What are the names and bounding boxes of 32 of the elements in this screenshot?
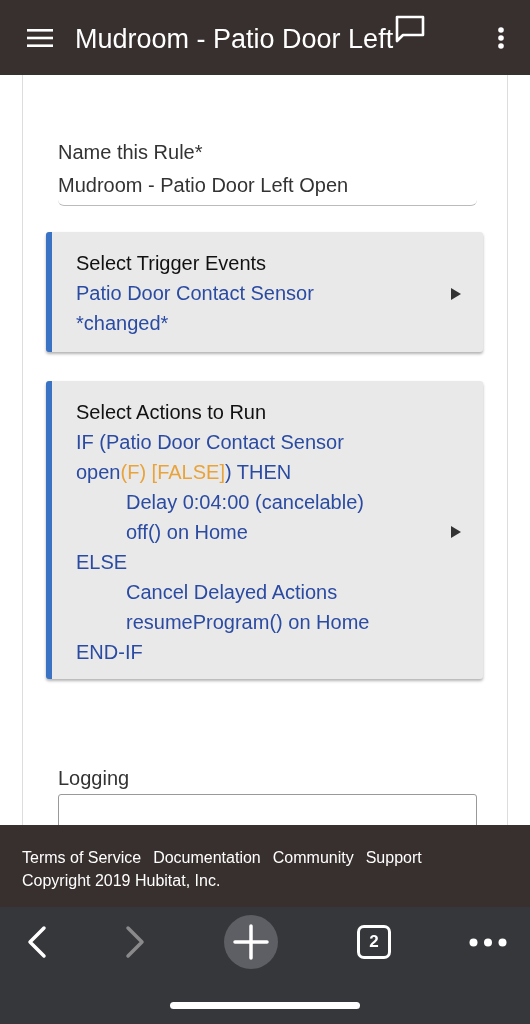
back-icon[interactable] (27, 925, 47, 959)
menu-icon[interactable] (27, 28, 53, 47)
footer-link[interactable]: Support (365, 849, 422, 867)
footer-link[interactable]: Community (272, 849, 354, 867)
more-options-icon[interactable] (498, 26, 504, 49)
copyright-text: Copyright 2019 Hubitat, Inc. (22, 872, 222, 890)
card-title: Select Actions to Run (76, 400, 268, 425)
field-label: Logging (58, 767, 131, 790)
field-label: Name this Rule* (58, 141, 204, 164)
chat-bubble-icon[interactable] (395, 14, 426, 43)
action-text: IF (Patio Door Contact Sensor (76, 430, 345, 455)
rule-name-field[interactable]: Mudroom - Patio Door Left Open (58, 164, 477, 206)
action-text: open(F) [FALSE]) THEN (76, 460, 293, 485)
more-icon[interactable] (469, 937, 507, 947)
footer-link[interactable]: Terms of Service (22, 849, 142, 867)
action-text: Cancel Delayed Actions (125, 580, 339, 605)
new-tab-icon[interactable] (223, 914, 279, 970)
card-title: Select Trigger Events (76, 251, 268, 276)
action-text: off() on Home (125, 520, 249, 545)
action-text: END-IF (76, 640, 144, 665)
action-text: resumeProgram() on Home (125, 610, 371, 635)
tab-count-button[interactable]: 2 (357, 925, 391, 959)
page-title: Mudroom - Patio Door Left (75, 24, 394, 55)
play-arrow-icon (451, 526, 461, 538)
footer-link[interactable]: Documentation (153, 849, 261, 867)
actions-card[interactable]: Select Actions to Run IF (Patio Door Contact Sensor open(F) [FALSE]) THEN Delay 0:04:00 (cancelable) off() on Home ELSE Cancel Delayed Actions resumeProgram() on Home END-IF (46, 381, 483, 679)
play-arrow-icon (451, 288, 461, 300)
trigger-events-card[interactable]: Select Trigger Events Patio Door Contact Sensor *changed* (46, 232, 483, 352)
trigger-text: Patio Door Contact Sensor (76, 281, 315, 306)
trigger-text: *changed* (76, 311, 170, 336)
action-text: ELSE (76, 550, 129, 575)
action-text: Delay 0:04:00 (cancelable) (125, 490, 365, 515)
